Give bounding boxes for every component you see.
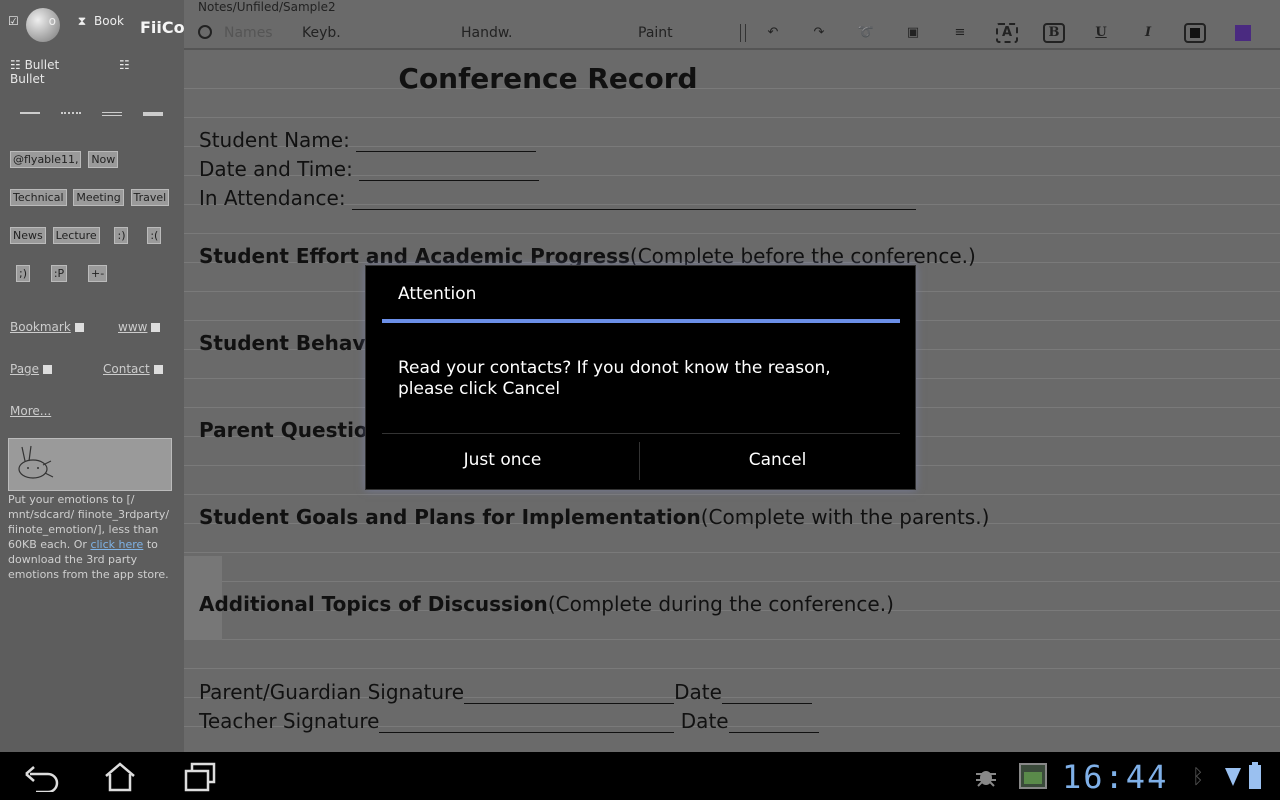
just-once-button[interactable]: Just once	[366, 434, 639, 488]
recent-apps-icon[interactable]	[180, 762, 220, 792]
cancel-button[interactable]: Cancel	[640, 434, 915, 488]
back-icon[interactable]	[22, 762, 62, 792]
dialog-title-divider	[382, 319, 900, 323]
screenshot-notification-icon[interactable]	[1018, 762, 1048, 790]
system-bar: 16:44 ᛒ	[0, 752, 1280, 800]
debug-bug-icon[interactable]	[972, 766, 1000, 788]
permission-dialog: Attention Read your contacts? If you don…	[365, 265, 916, 490]
battery-icon	[1249, 762, 1261, 789]
dialog-message: Read your contacts? If you donot know th…	[398, 358, 831, 399]
dialog-title: Attention	[398, 284, 477, 304]
clock[interactable]: 16:44	[1062, 758, 1168, 796]
wifi-icon	[1225, 768, 1241, 786]
bluetooth-icon: ᛒ	[1192, 764, 1204, 788]
home-icon[interactable]	[100, 762, 140, 792]
